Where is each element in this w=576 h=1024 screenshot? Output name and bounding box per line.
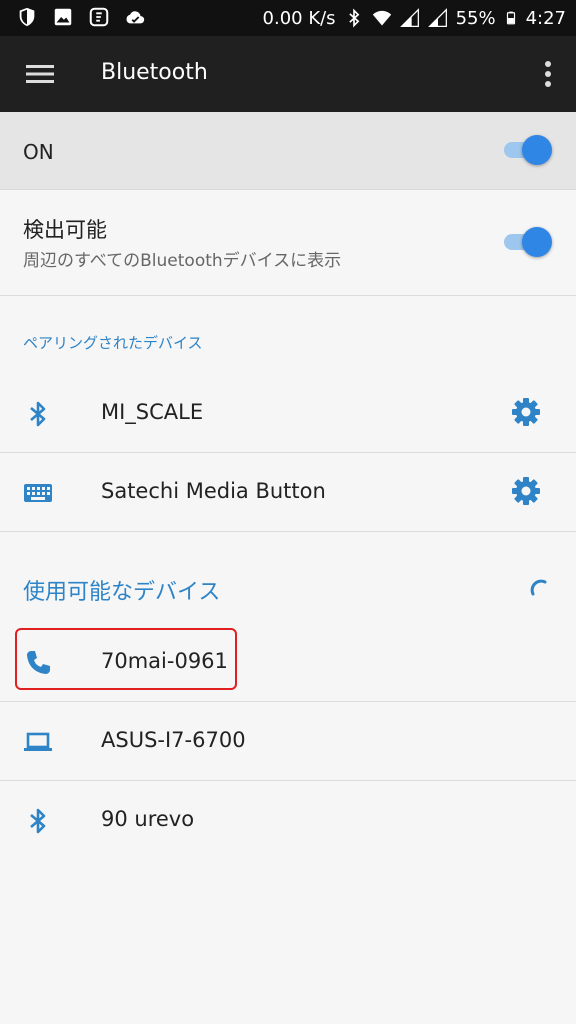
bluetooth-toggle-label: ON	[23, 140, 54, 164]
gear-icon[interactable]	[510, 396, 542, 428]
keyboard-icon	[24, 484, 52, 502]
toggle-thumb	[522, 135, 552, 165]
menu-icon[interactable]	[26, 62, 54, 86]
battery-percent: 55%	[455, 7, 496, 29]
discoverable-title: 検出可能	[23, 218, 107, 242]
wifi-icon	[372, 10, 391, 26]
paired-device-row[interactable]: MI_SCALE	[0, 374, 576, 453]
app-bar: Bluetooth	[0, 36, 576, 112]
network-speed: 0.00 K/s	[262, 7, 336, 29]
discoverable-subtitle: 周辺のすべてのBluetoothデバイスに表示	[23, 251, 342, 271]
bluetooth-icon	[30, 401, 46, 427]
more-options-icon[interactable]	[538, 58, 558, 90]
discoverable-toggle-switch[interactable]	[504, 226, 552, 257]
device-name: 90 urevo	[101, 807, 195, 831]
available-device-row[interactable]: 90 urevo	[0, 781, 576, 860]
loading-spinner-icon	[530, 579, 547, 596]
laptop-icon	[24, 732, 52, 751]
signal-icon	[399, 8, 419, 27]
paired-device-row[interactable]: Satechi Media Button	[0, 453, 576, 532]
gear-icon[interactable]	[510, 475, 542, 507]
clock: 4:27	[525, 7, 566, 29]
page-title: Bluetooth	[101, 60, 208, 85]
toggle-thumb	[522, 227, 552, 257]
device-name: MI_SCALE	[101, 400, 204, 424]
app-icon	[89, 7, 109, 27]
cloud-icon	[126, 11, 145, 24]
device-name: ASUS-I7-6700	[101, 728, 246, 752]
paired-devices-header: ペアリングされたデバイス	[23, 334, 203, 352]
bluetooth-icon	[30, 808, 46, 834]
bluetooth-toggle-row[interactable]: ON	[0, 112, 576, 190]
battery-icon	[506, 11, 515, 25]
status-bar: 0.00 K/s 55% 4:27	[0, 0, 576, 36]
bluetooth-status-icon	[348, 8, 359, 28]
device-name: Satechi Media Button	[101, 479, 326, 503]
selection-highlight-box	[15, 628, 237, 690]
bluetooth-toggle-switch[interactable]	[504, 134, 552, 165]
discoverable-row[interactable]: 検出可能 周辺のすべてのBluetoothデバイスに表示	[0, 190, 576, 296]
image-icon	[54, 8, 72, 26]
available-device-row[interactable]: ASUS-I7-6700	[0, 702, 576, 781]
shield-icon	[19, 7, 35, 27]
signal-icon-2	[427, 8, 447, 27]
available-devices-header: 使用可能なデバイス	[23, 580, 221, 605]
